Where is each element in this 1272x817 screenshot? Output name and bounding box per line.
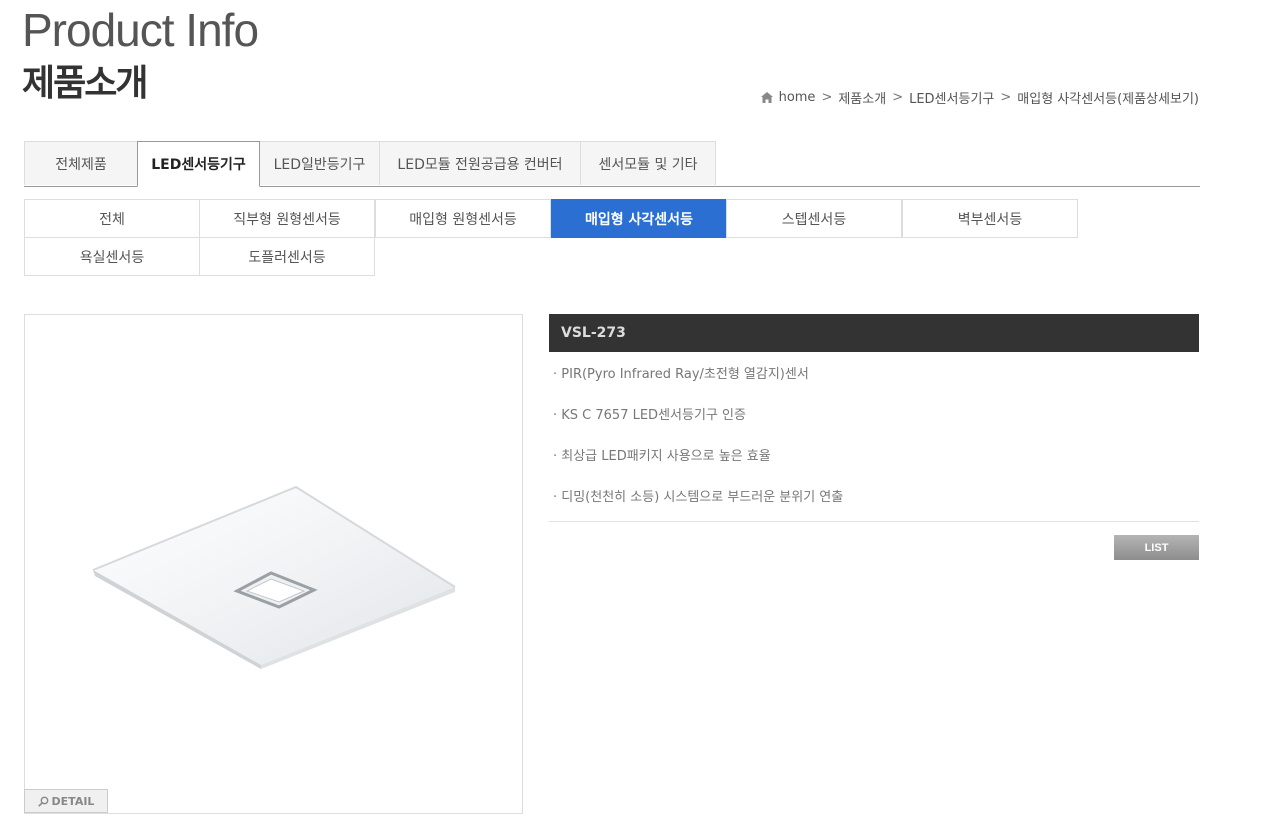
breadcrumb-current: 매입형 사각센서등(제품상세보기): [1017, 92, 1199, 107]
feature-item: · PIR(Pyro Infrared Ray/초전형 열감지)센서: [553, 367, 809, 382]
breadcrumb: home > 제품소개 > LED센서등기구 > 매입형 사각센서등(제품상세보…: [760, 88, 1199, 107]
subtab-recessed-square[interactable]: 매입형 사각센서등: [551, 199, 727, 238]
magnifier-icon: [37, 796, 48, 807]
breadcrumb-separator: >: [821, 90, 833, 105]
detail-button[interactable]: DETAIL: [24, 789, 108, 813]
model-name: VSL-273: [561, 325, 626, 341]
breadcrumb-category[interactable]: LED센서등기구: [909, 88, 994, 107]
feature-item: · 디밍(천천히 소등) 시스템으로 부드러운 분위기 연출: [553, 490, 844, 505]
subtab-all[interactable]: 전체: [24, 199, 200, 238]
breadcrumb-separator: >: [892, 90, 904, 105]
tab-led-converter[interactable]: LED모듈 전원공급용 컨버터: [379, 141, 581, 185]
category-tabs: 전체제품 LED센서등기구 LED일반등기구 LED모듈 전원공급용 컨버터 센…: [24, 141, 1200, 187]
tab-led-general-fixtures[interactable]: LED일반등기구: [259, 141, 380, 185]
model-name-bar: VSL-273: [549, 314, 1199, 352]
feature-list: · PIR(Pyro Infrared Ray/초전형 열감지)센서 · KS …: [553, 366, 843, 530]
subtab-recessed-round[interactable]: 매입형 원형센서등: [375, 199, 551, 238]
product-image-box: [24, 314, 523, 814]
home-icon: [760, 92, 773, 103]
breadcrumb-products[interactable]: 제품소개: [838, 88, 886, 107]
tab-sensor-modules[interactable]: 센서모듈 및 기타: [580, 141, 716, 185]
subtab-bathroom[interactable]: 욕실센서등: [24, 237, 200, 276]
divider: [549, 521, 1199, 522]
list-button[interactable]: LIST: [1114, 535, 1199, 560]
subtab-step[interactable]: 스텝센서등: [726, 199, 902, 238]
breadcrumb-separator: >: [1000, 90, 1012, 105]
product-image[interactable]: [25, 315, 522, 813]
page-title-en: Product Info: [22, 4, 259, 56]
feature-item: · 최상급 LED패키지 사용으로 높은 효율: [553, 449, 771, 464]
subtab-wall[interactable]: 벽부센서등: [902, 199, 1078, 238]
subtab-surface-round[interactable]: 직부형 원형센서등: [199, 199, 375, 238]
subtab-doppler[interactable]: 도플러센서등: [199, 237, 375, 276]
detail-label: DETAIL: [51, 794, 95, 808]
tab-led-sensor-fixtures[interactable]: LED센서등기구: [137, 141, 260, 187]
tab-all-products[interactable]: 전체제품: [24, 141, 138, 185]
page-title-ko: 제품소개: [22, 63, 148, 104]
breadcrumb-home[interactable]: home: [779, 90, 816, 105]
feature-item: · KS C 7657 LED센서등기구 인증: [553, 408, 746, 423]
